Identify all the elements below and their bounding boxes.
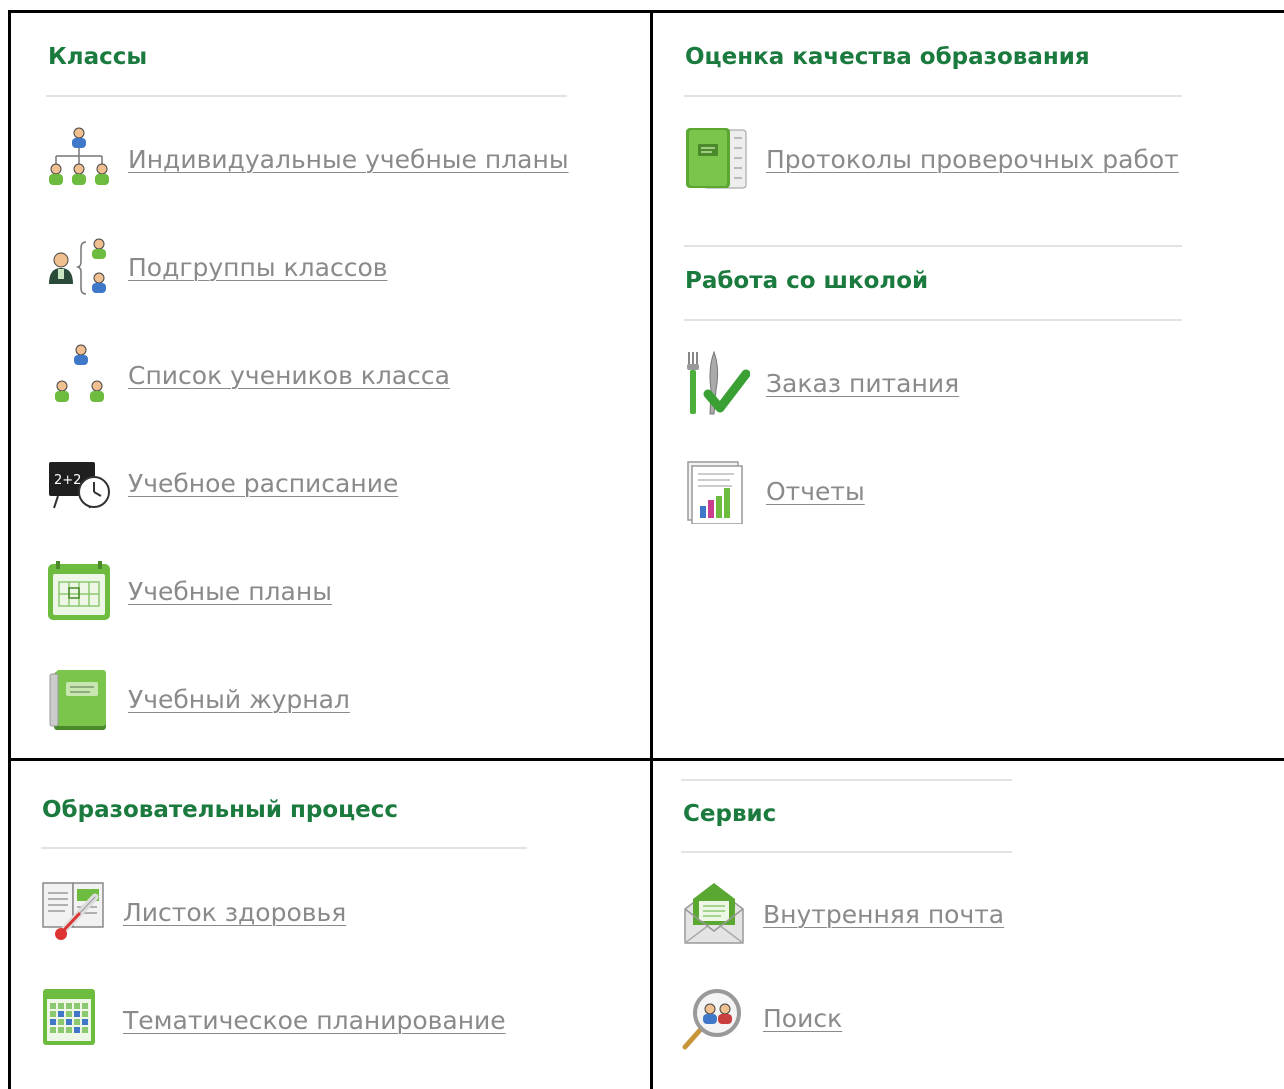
menu-item-label[interactable]: Тематическое планирование: [123, 1006, 506, 1035]
menu-item-search[interactable]: Поиск: [681, 985, 842, 1051]
section-title-school: Работа со школой: [685, 268, 929, 294]
org-chart-icon: [49, 127, 109, 185]
svg-text:2+2: 2+2: [54, 473, 81, 488]
green-book-icon: [686, 128, 747, 189]
menu-item-label[interactable]: Протоколы проверочных работ: [766, 145, 1179, 174]
menu-item-students-list[interactable]: Список учеников класса: [46, 342, 450, 408]
menu-item-label[interactable]: Учебный журнал: [128, 685, 350, 714]
menu-item-label[interactable]: Учебное расписание: [128, 469, 398, 498]
menu-item-thematic-planning[interactable]: Тематическое планирование: [41, 987, 506, 1053]
menu-item-label[interactable]: Отчеты: [766, 477, 865, 506]
section-divider: [46, 95, 567, 97]
menu-item-label[interactable]: Заказ питания: [766, 369, 959, 398]
menu-item-label[interactable]: Листок здоровья: [123, 898, 346, 927]
students-list-icon: [55, 344, 104, 402]
menu-item-schedule[interactable]: 2+2 Учебное расписание: [46, 450, 398, 516]
process-panel: Образовательный процесс Листок здоровья: [0, 761, 650, 1089]
journal-icon: [49, 670, 106, 730]
cutlery-check-icon: [687, 350, 750, 415]
section-title-classes: Классы: [48, 44, 148, 70]
section-title-process: Образовательный процесс: [42, 797, 399, 823]
menu-item-label[interactable]: Список учеников класса: [128, 361, 450, 390]
menu-item-label[interactable]: Учебные планы: [128, 577, 332, 606]
service-panel: Сервис Внутренняя почта Поиск: [653, 761, 1284, 1089]
menu-item-label[interactable]: Внутренняя почта: [763, 900, 1004, 929]
menu-item-test-protocols[interactable]: Протоколы проверочных работ: [684, 126, 1179, 192]
section-title-quality: Оценка качества образования: [685, 44, 1090, 70]
grid-calendar-icon: [43, 989, 95, 1045]
section-divider: [681, 779, 1012, 781]
thermometer-book-icon: [42, 882, 104, 940]
menu-item-health-sheet[interactable]: Листок здоровья: [41, 879, 346, 945]
menu-item-journal[interactable]: Учебный журнал: [46, 666, 350, 732]
search-people-icon: [682, 989, 741, 1050]
menu-item-subgroups[interactable]: Подгруппы классов: [46, 234, 387, 300]
section-divider: [681, 851, 1012, 853]
envelope-icon: [684, 883, 744, 944]
menu-item-label[interactable]: Индивидуальные учебные планы: [128, 145, 569, 174]
section-divider: [684, 245, 1182, 247]
section-divider: [684, 95, 1182, 97]
menu-item-internal-mail[interactable]: Внутренняя почта: [681, 881, 1004, 947]
menu-item-reports[interactable]: Отчеты: [684, 458, 865, 524]
menu-item-label[interactable]: Поиск: [763, 1004, 842, 1033]
menu-item-individual-plans[interactable]: Индивидуальные учебные планы: [46, 126, 569, 192]
menu-item-label[interactable]: Подгруппы классов: [128, 253, 387, 282]
section-divider: [684, 319, 1182, 321]
quality-school-panel: Оценка качества образования Протоколы пр…: [653, 0, 1284, 758]
calendar-icon: [48, 561, 110, 620]
subgroups-icon: [49, 238, 106, 295]
report-chart-icon: [687, 461, 743, 524]
classes-panel: Классы Индивидуальные учебные планы Подг…: [0, 0, 650, 758]
menu-item-study-plans[interactable]: Учебные планы: [46, 558, 332, 624]
section-title-service: Сервис: [683, 801, 777, 827]
schedule-board-icon: 2+2: [49, 462, 110, 509]
menu-item-food-order[interactable]: Заказ питания: [684, 350, 959, 416]
section-divider: [41, 847, 527, 849]
